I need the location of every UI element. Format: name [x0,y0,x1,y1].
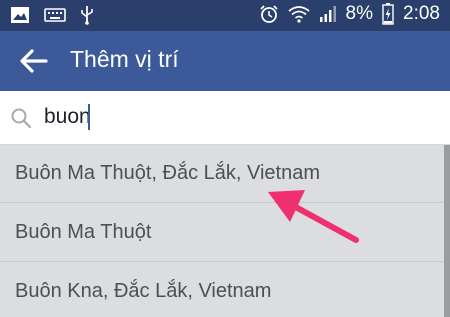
keyboard-icon [44,8,66,22]
search-icon [11,108,32,129]
results-list: Buôn Ma Thuột, Đắc Lắk, Vietnam Buôn Ma … [0,145,450,317]
battery-percent: 8% [345,3,374,24]
text-cursor [88,104,90,130]
clock: 2:08 [403,3,440,24]
search-bar [0,91,450,145]
alarm-icon [259,5,278,23]
list-item-label: Buôn Kna, Đắc Lắk, Vietnam [15,280,272,302]
list-item[interactable]: Buôn Kna, Đắc Lắk, Vietnam [0,263,444,317]
image-icon [11,7,29,23]
signal-icon [319,6,336,22]
search-input[interactable] [44,101,434,133]
back-button[interactable] [18,47,48,75]
app-bar: Thêm vị trí [0,31,450,91]
list-item[interactable]: Buôn Ma Thuột, Đắc Lắk, Vietnam [0,145,444,203]
usb-icon [81,6,93,25]
status-bar-notifications [10,5,94,25]
page-title: Thêm vị trí [70,46,179,72]
status-bar: 8% 2:08 [0,0,450,31]
list-item-label: Buôn Ma Thuột [15,221,152,243]
list-item[interactable]: Buôn Ma Thuột [0,204,444,262]
back-arrow-icon [20,49,48,73]
list-item-label: Buôn Ma Thuột, Đắc Lắk, Vietnam [15,162,320,184]
wifi-icon [287,6,310,23]
status-bar-system: 8% 2:08 [259,3,440,25]
battery-charging-icon [382,3,394,25]
scrollbar[interactable] [444,145,450,317]
